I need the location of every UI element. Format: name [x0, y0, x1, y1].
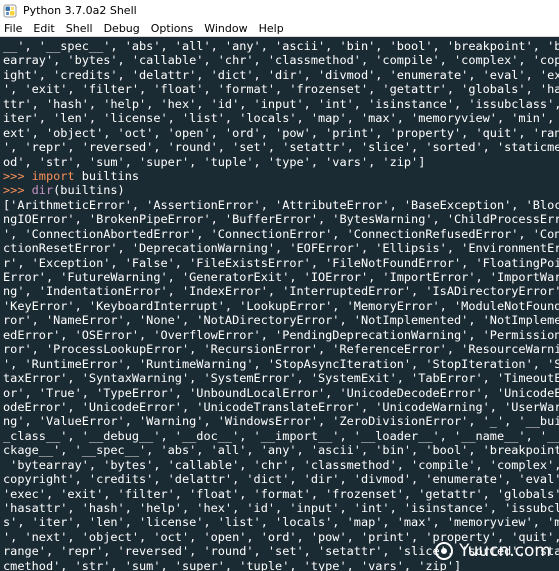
console-line: or', 'True', 'TypeError', 'UnboundLocalE…: [3, 386, 559, 400]
console-line: ', 'RuntimeError', 'RuntimeWarning', 'St…: [3, 357, 559, 371]
line-text: edError', 'OSError', 'OverflowError', 'P…: [3, 327, 559, 342]
console-line: 'hasattr', 'hash', 'help', 'hex', 'id', …: [3, 501, 559, 515]
line-text: ckage__', '__spec__', 'abs', 'all', 'any…: [3, 443, 559, 458]
line-text: taxError', 'SyntaxWarning', 'SystemError…: [3, 371, 559, 386]
console-line: ctionResetError', 'DeprecationWarning', …: [3, 241, 559, 255]
line-text: or', 'True', 'TypeError', 'UnboundLocalE…: [3, 385, 559, 400]
console-line: ight', 'credits', 'delattr', 'dict', 'di…: [3, 68, 559, 82]
console-line: ', 'ConnectionAbortedError', 'Connection…: [3, 227, 559, 241]
watermark: Yuucn.com: [435, 541, 551, 561]
line-text: s', 'iter', 'len', 'license', 'list', 'l…: [3, 515, 559, 530]
menu-file[interactable]: File: [0, 22, 26, 35]
line-text: odeError', 'UnicodeError', 'UnicodeTrans…: [3, 399, 559, 414]
shell-prompt: >>>: [3, 168, 32, 183]
menu-edit[interactable]: Edit: [30, 22, 58, 35]
line-text: ', 'repr', 'reversed', 'round', 'set', '…: [3, 140, 559, 155]
builtin-token: dir: [31, 183, 54, 198]
console-line: ', 'repr', 'reversed', 'round', 'set', '…: [3, 140, 559, 154]
console-line: r', 'Exception', 'False', 'FileExistsErr…: [3, 256, 559, 270]
line-text: ngIOError', 'BrokenPipeError', 'BufferEr…: [3, 212, 559, 227]
console-line: ngIOError', 'BrokenPipeError', 'BufferEr…: [3, 212, 559, 226]
line-text: ng', 'ValueError', 'Warning', 'WindowsEr…: [3, 414, 559, 429]
shell-prompt: >>>: [3, 183, 32, 198]
console-line: ckage__', '__spec__', 'abs', 'all', 'any…: [3, 443, 559, 457]
line-text: 'exec', 'exit', 'filter', 'float', 'form…: [3, 486, 559, 501]
console-line: Error', 'FutureWarning', 'GeneratorExit'…: [3, 270, 559, 284]
idle-shell-window: Python 3.7.0a2 Shell File Edit Shell Deb…: [0, 0, 559, 571]
console-line: ror', 'NameError', 'None', 'NotADirector…: [3, 313, 559, 327]
line-text: ', 'exit', 'filter', 'float', 'format', …: [3, 82, 559, 97]
console-line: >>> dir(builtins): [3, 183, 559, 197]
line-text: _class__', '__debug__', '__doc__', '__im…: [3, 428, 559, 443]
line-text: 'hasattr', 'hash', 'help', 'hex', 'id', …: [3, 501, 559, 515]
line-text: 'bytearray', 'bytes', 'callable', 'chr',…: [3, 457, 559, 472]
yuucn-logo-icon: [435, 542, 454, 560]
console-line: ng', 'IndentationError', 'IndexError', '…: [3, 284, 559, 298]
console-output[interactable]: __', '__spec__', 'abs', 'all', 'any', 'a…: [0, 39, 559, 571]
line-text: copyright', 'credits', 'delattr', 'dict'…: [3, 472, 559, 487]
line-text: ight', 'credits', 'delattr', 'dict', 'di…: [3, 67, 559, 82]
console-line: odeError', 'UnicodeError', 'UnicodeTrans…: [3, 400, 559, 414]
console-line: 'KeyError', 'KeyboardInterrupt', 'Lookup…: [3, 299, 559, 313]
console-line: _class__', '__debug__', '__doc__', '__im…: [3, 429, 559, 443]
menu-debug[interactable]: Debug: [101, 22, 144, 35]
console-line: ext', 'object', 'oct', 'open', 'ord', 'p…: [3, 126, 559, 140]
line-text: ['ArithmeticError', 'AssertionError', 'A…: [3, 197, 559, 212]
menu-options[interactable]: Options: [148, 22, 197, 35]
line-text: 'KeyError', 'KeyboardInterrupt', 'Lookup…: [3, 298, 559, 313]
line-text: r', 'Exception', 'False', 'FileExistsErr…: [3, 255, 559, 270]
console-line: ror', 'ProcessLookupError', 'RecursionEr…: [3, 342, 559, 356]
line-text: od', 'str', 'sum', 'super', 'tuple', 'ty…: [3, 154, 426, 169]
line-text: __', '__spec__', 'abs', 'all', 'any', 'a…: [3, 39, 559, 53]
menu-shell[interactable]: Shell: [63, 22, 97, 35]
console-line: __', '__spec__', 'abs', 'all', 'any', 'a…: [3, 39, 559, 53]
line-text: ng', 'IndentationError', 'IndexError', '…: [3, 284, 559, 299]
line-text: ror', 'NameError', 'None', 'NotADirector…: [3, 313, 559, 328]
line-text: ext', 'object', 'oct', 'open', 'ord', 'p…: [3, 125, 559, 140]
console-line: ['ArithmeticError', 'AssertionError', 'A…: [3, 198, 559, 212]
console-line: ttr', 'hash', 'help', 'hex', 'id', 'inpu…: [3, 97, 559, 111]
console-line: taxError', 'SyntaxWarning', 'SystemError…: [3, 371, 559, 385]
window-title: Python 3.7.0a2 Shell: [23, 3, 137, 17]
line-text: ', 'ConnectionAbortedError', 'Connection…: [3, 226, 559, 241]
console-line: ', 'exit', 'filter', 'float', 'format', …: [3, 82, 559, 96]
watermark-text: Yuucn.com: [459, 541, 551, 561]
console-line: ng', 'ValueError', 'Warning', 'WindowsEr…: [3, 414, 559, 428]
title-bar[interactable]: Python 3.7.0a2 Shell: [0, 0, 559, 20]
line-text: ctionResetError', 'DeprecationWarning', …: [3, 241, 559, 256]
line-text: ttr', 'hash', 'help', 'hex', 'id', 'inpu…: [3, 96, 559, 111]
line-text: earray', 'bytes', 'callable', 'chr', 'cl…: [3, 53, 559, 68]
line-text: ror', 'ProcessLookupError', 'RecursionEr…: [3, 342, 559, 357]
line-text: builtins: [74, 168, 140, 183]
line-text: (builtins): [53, 183, 125, 198]
menu-window[interactable]: Window: [201, 22, 251, 35]
console-line: 'bytearray', 'bytes', 'callable', 'chr',…: [3, 458, 559, 472]
shell-console[interactable]: __', '__spec__', 'abs', 'all', 'any', 'a…: [0, 38, 559, 571]
line-text: ', 'RuntimeError', 'RuntimeWarning', 'St…: [3, 356, 559, 371]
console-line: iter', 'len', 'license', 'list', 'locals…: [3, 111, 559, 125]
line-text: iter', 'len', 'license', 'list', 'locals…: [3, 111, 559, 126]
line-text: Error', 'FutureWarning', 'GeneratorExit'…: [3, 270, 559, 284]
console-line: s', 'iter', 'len', 'license', 'list', 'l…: [3, 515, 559, 529]
console-line: >>> import builtins: [3, 169, 559, 183]
keyword-token: import: [31, 168, 75, 183]
menu-help[interactable]: Help: [256, 22, 288, 35]
line-text: cmethod', 'str', 'sum', 'super', 'tuple'…: [3, 558, 462, 571]
menu-bar: File Edit Shell Debug Options Window Hel…: [0, 20, 559, 37]
python-idle-icon: [3, 3, 17, 18]
console-line: edError', 'OSError', 'OverflowError', 'P…: [3, 328, 559, 342]
console-line: od', 'str', 'sum', 'super', 'tuple', 'ty…: [3, 155, 559, 169]
console-line: copyright', 'credits', 'delattr', 'dict'…: [3, 472, 559, 486]
console-line: earray', 'bytes', 'callable', 'chr', 'cl…: [3, 53, 559, 67]
console-line: 'exec', 'exit', 'filter', 'float', 'form…: [3, 487, 559, 501]
